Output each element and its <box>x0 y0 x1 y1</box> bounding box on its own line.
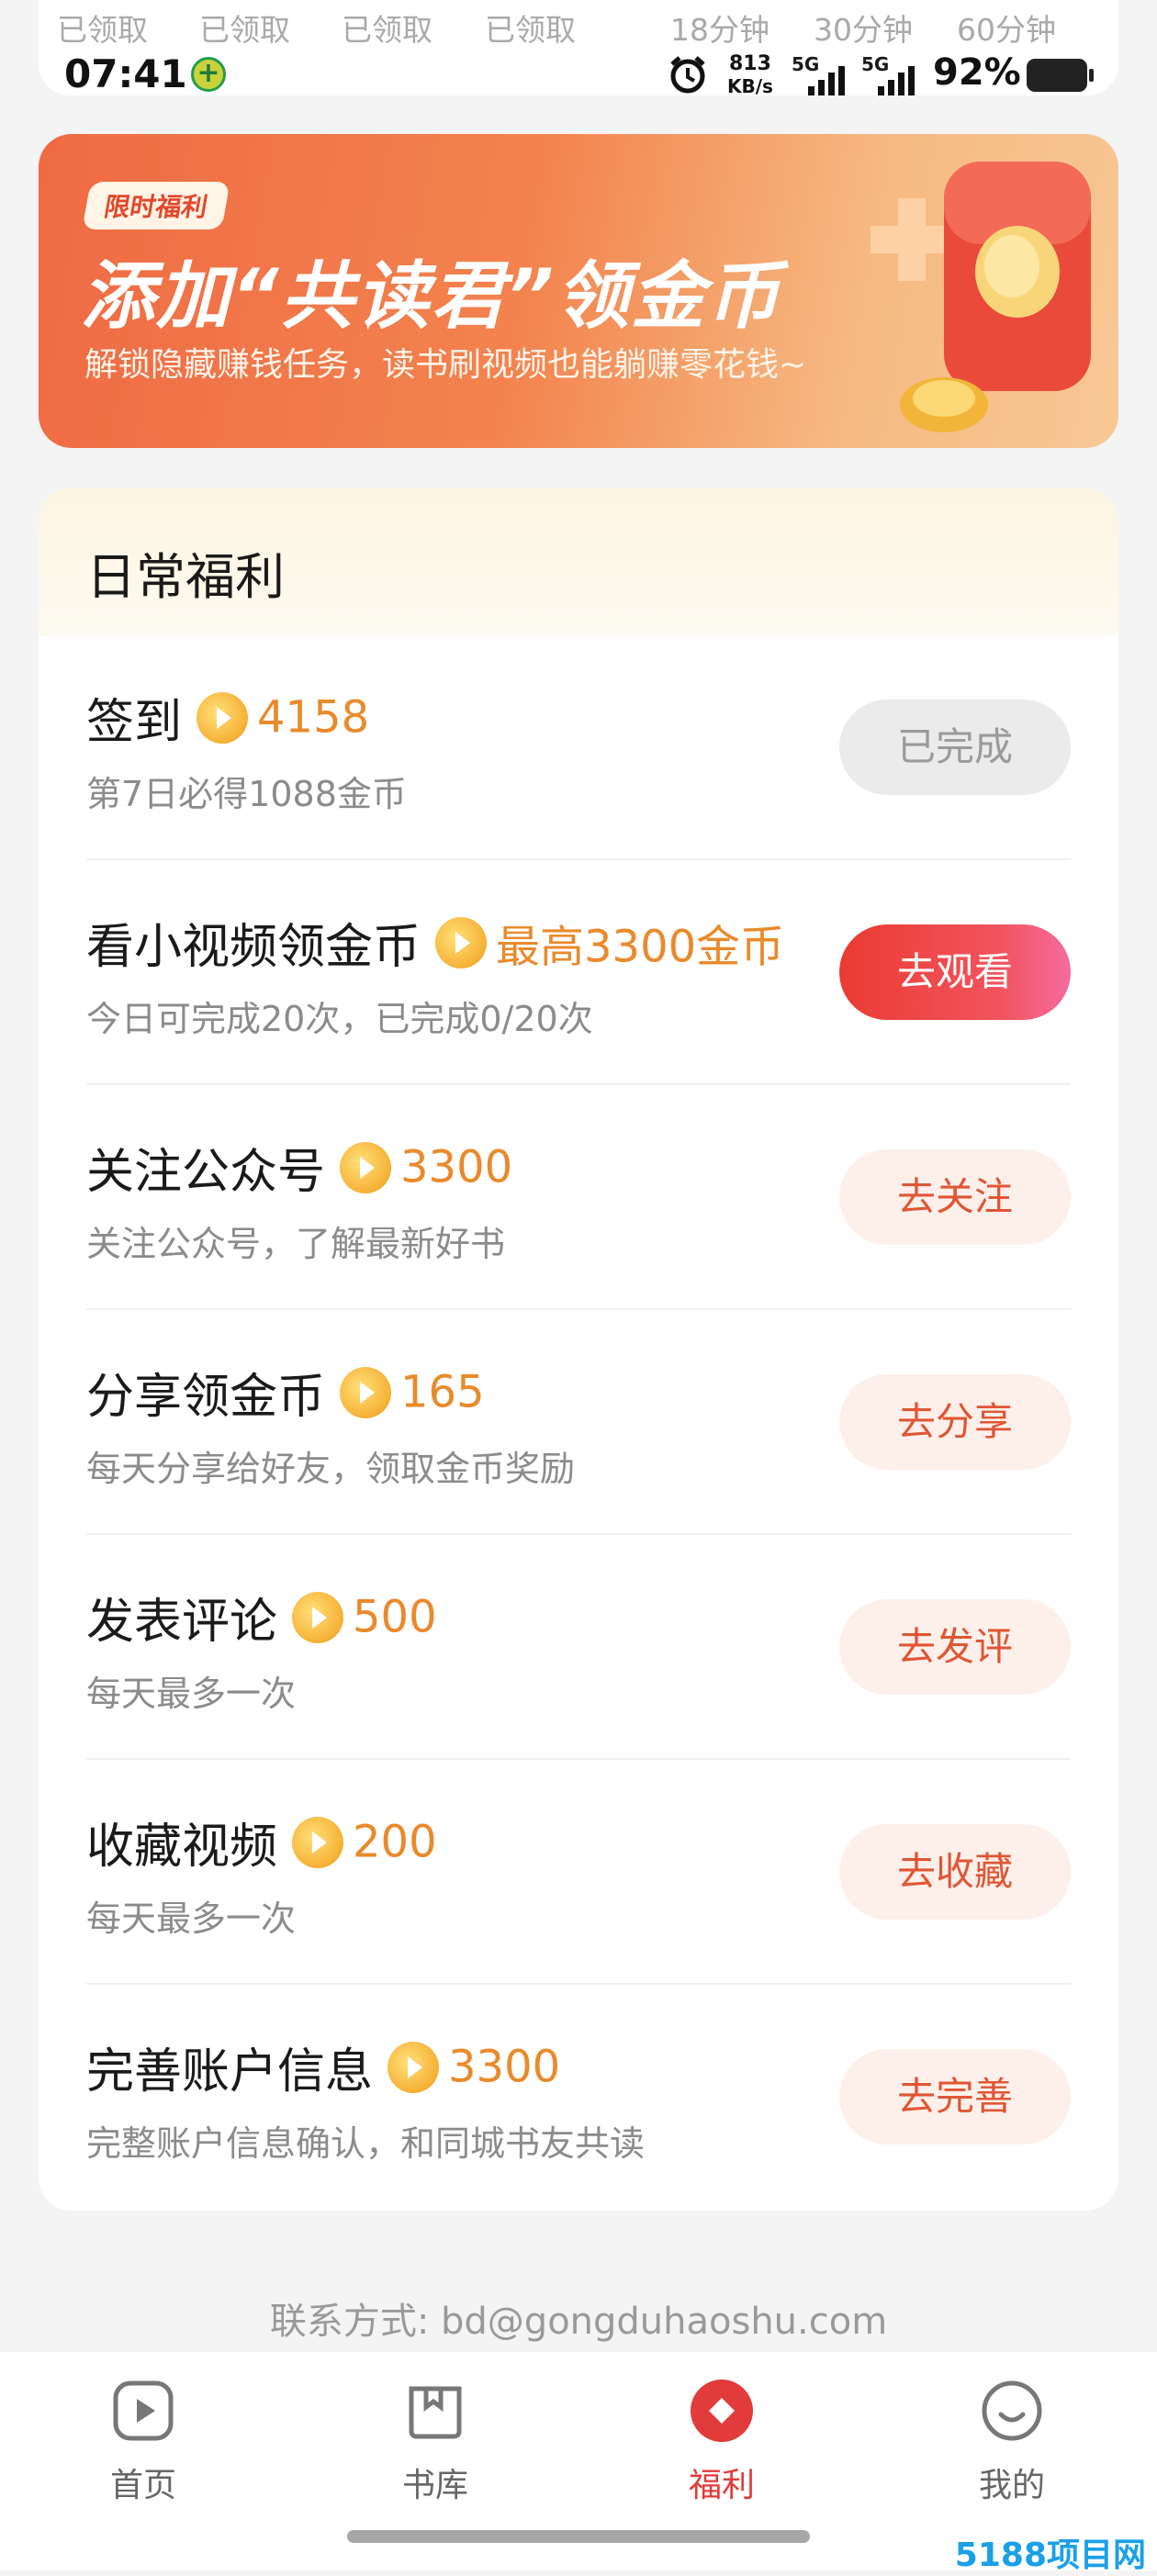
signal-bars-icon <box>878 66 915 95</box>
claim-progress-row: 已领取 已领取 已领取 已领取 18分钟 30分钟 60分钟 <box>39 6 1118 48</box>
task-item-checkin: 签到 4158 第7日必得1088金币 已完成 <box>86 635 1071 860</box>
nav-label: 我的 <box>978 2467 1045 2504</box>
claim-label: 30分钟 <box>814 12 913 48</box>
signal-indicator: 5G <box>861 53 926 95</box>
claim-label: 18分钟 <box>670 12 769 48</box>
claim-label: 已领取 <box>57 12 148 48</box>
nav-item-welfare[interactable]: 福利 <box>630 2376 814 2506</box>
task-reward: 最高3300金币 <box>496 921 785 973</box>
task-desc: 每天最多一次 <box>86 1898 297 1939</box>
home-indicator[interactable] <box>347 2530 810 2543</box>
task-reward: 165 <box>400 1366 485 1418</box>
welfare-icon <box>691 2380 753 2442</box>
watermark-logo: 5188项目网 <box>954 2537 1146 2574</box>
battery-icon <box>1027 59 1094 92</box>
claim-label: 60分钟 <box>957 12 1056 48</box>
task-name: 分享领金币 <box>86 1370 326 1425</box>
battery-percent: 92% <box>933 51 1021 94</box>
task-item-watch-video: 看小视频领金币 最高3300金币 今日可完成20次，已完成0/20次 去观看 <box>86 860 1071 1085</box>
task-reward: 500 <box>353 1591 437 1643</box>
task-desc: 每天分享给好友，领取金币奖励 <box>86 1449 576 1489</box>
daily-welfare-card: 日常福利 签到 4158 第7日必得1088金币 已完成 看小视频领金币 最高330… <box>39 488 1118 2211</box>
promo-banner[interactable]: 限时福利 添加“共读君”领金币 解锁隐藏赚钱任务，读书刷视频也能躺赚零花钱~ <box>39 134 1118 448</box>
task-desc: 每天最多一次 <box>86 1674 297 1714</box>
nav-label: 首页 <box>109 2467 176 2504</box>
share-button[interactable]: 去分享 <box>839 1374 1071 1470</box>
notification-dot-icon: + <box>191 57 226 92</box>
task-desc: 关注公众号，了解最新好书 <box>86 1224 506 1264</box>
nav-label: 书库 <box>401 2467 468 2504</box>
coin-icon <box>340 1141 392 1193</box>
task-item-comment: 发表评论 500 每天最多一次 去发评 <box>86 1535 1071 1760</box>
complete-profile-button[interactable]: 去完善 <box>839 2049 1071 2145</box>
profile-icon <box>982 2380 1042 2441</box>
banner-subtitle: 解锁隐藏赚钱任务，读书刷视频也能躺赚零花钱~ <box>84 346 807 384</box>
banner-tag: 限时福利 <box>82 182 230 230</box>
claim-label: 已领取 <box>485 12 576 48</box>
net-speed-value: 813 <box>729 52 771 75</box>
task-name: 收藏视频 <box>86 1820 278 1875</box>
comment-button[interactable]: 去发评 <box>839 1599 1071 1695</box>
signal-bars-icon <box>808 66 845 95</box>
watch-video-button[interactable]: 去观看 <box>839 924 1071 1020</box>
alarm-icon <box>670 56 705 94</box>
task-desc: 第7日必得1088金币 <box>86 774 407 814</box>
card-header: 日常福利 <box>39 488 1118 635</box>
coin-icon <box>340 1366 392 1418</box>
task-reward: 200 <box>353 1816 437 1868</box>
nav-item-profile[interactable]: 我的 <box>920 2376 1104 2506</box>
signal-indicator: 5G <box>792 53 856 95</box>
nav-item-home[interactable]: 首页 <box>51 2376 235 2506</box>
play-icon <box>113 2380 174 2441</box>
follow-button[interactable]: 去关注 <box>839 1149 1071 1245</box>
coin-icon <box>292 1816 344 1868</box>
task-reward: 3300 <box>400 1141 513 1193</box>
banner-title: 添加“共读君”领金币 <box>81 253 782 339</box>
task-name: 签到 <box>86 695 183 750</box>
status-time: 07:41 <box>64 51 187 96</box>
task-item-follow-account: 关注公众号 3300 关注公众号，了解最新好书 去关注 <box>86 1085 1071 1310</box>
nav-item-library[interactable]: 书库 <box>343 2376 527 2506</box>
net-speed: 813 KB/s <box>727 52 773 98</box>
task-desc: 完整账户信息确认，和同城书友共读 <box>86 2123 646 2164</box>
contact-info: 联系方式: bd@gongduhaoshu.com <box>269 2301 888 2343</box>
nav-label: 福利 <box>688 2467 755 2504</box>
coin-icon <box>435 916 488 969</box>
net-speed-unit: KB/s <box>727 75 773 97</box>
red-envelope-coin-icon <box>871 162 1091 432</box>
claim-label: 已领取 <box>199 12 290 48</box>
task-name: 发表评论 <box>86 1595 278 1650</box>
task-reward: 3300 <box>448 2041 561 2093</box>
coin-icon <box>388 2041 440 2093</box>
task-item-share: 分享领金币 165 每天分享给好友，领取金币奖励 去分享 <box>86 1310 1071 1535</box>
task-desc: 今日可完成20次，已完成0/20次 <box>86 999 593 1039</box>
task-item-favorite-video: 收藏视频 200 每天最多一次 去收藏 <box>86 1760 1071 1985</box>
claim-label: 已领取 <box>342 12 432 48</box>
coin-icon <box>197 691 249 744</box>
coin-icon <box>292 1591 344 1643</box>
task-reward: 4158 <box>257 691 370 744</box>
task-name: 关注公众号 <box>86 1145 326 1200</box>
checkin-done-button[interactable]: 已完成 <box>839 700 1071 795</box>
task-item-complete-profile: 完善账户信息 3300 完整账户信息确认，和同城书友共读 去完善 <box>86 1985 1071 2210</box>
task-name: 看小视频领金币 <box>86 920 421 975</box>
task-name: 完善账户信息 <box>86 2044 374 2100</box>
card-title: 日常福利 <box>86 548 285 606</box>
favorite-button[interactable]: 去收藏 <box>839 1824 1071 1920</box>
library-icon <box>409 2386 462 2439</box>
